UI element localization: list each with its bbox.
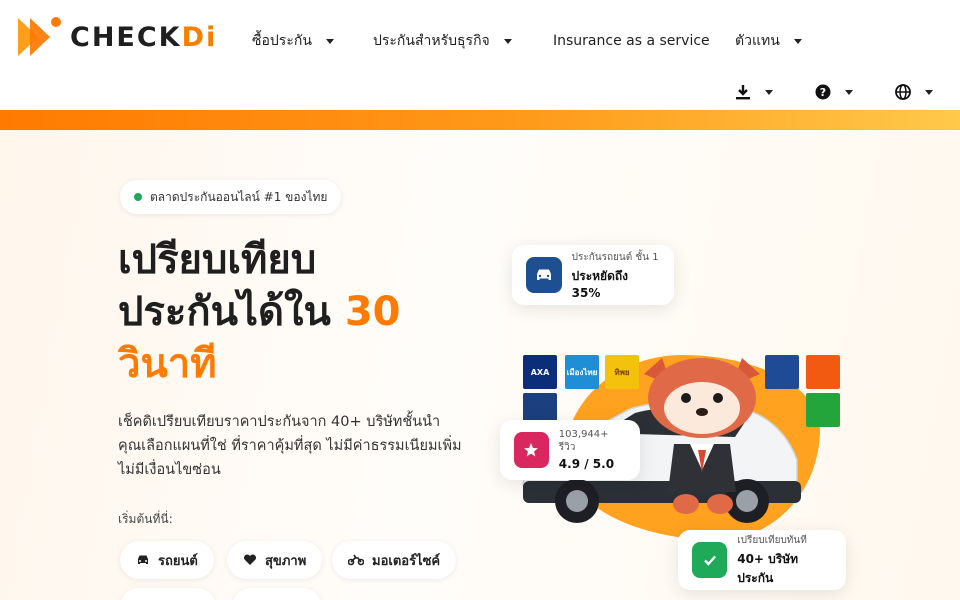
- star-icon: [514, 432, 549, 468]
- insurer-logo: [806, 393, 840, 427]
- compare-caption: เปรียบเทียบทันที: [737, 534, 807, 546]
- download-menu[interactable]: [735, 82, 773, 102]
- axa-logo: AXA: [523, 355, 557, 389]
- nav-label: ประกันสำหรับธุรกิจ: [373, 33, 490, 49]
- top-market-badge: ตลาดประกันออนไลน์ #1 ของไทย: [120, 180, 342, 214]
- category-label: มอเตอร์ไซค์: [372, 553, 441, 569]
- reviews-card: 103,944+ รีวิว 4.9 / 5.0: [500, 420, 640, 480]
- hero-section: ตลาดประกันออนไลน์ #1 ของไทย เปรียบเทียบ …: [0, 130, 960, 600]
- heart-icon: [243, 554, 257, 565]
- savings-value: ประหยัดถึง 35%: [571, 269, 628, 300]
- language-menu[interactable]: [895, 82, 933, 102]
- category-health-button[interactable]: สุขภาพ: [227, 541, 323, 579]
- headline-line1: เปรียบเทียบ: [118, 237, 317, 283]
- hero-headline: เปรียบเทียบ ประกันได้ใน 30 วินาที: [118, 234, 401, 390]
- car-icon: [526, 257, 562, 293]
- nav-label: ซื้อประกัน: [252, 33, 312, 49]
- motorcycle-icon: [348, 554, 364, 566]
- chevron-down-icon: [503, 38, 512, 44]
- insurer-logo: [806, 355, 840, 389]
- help-menu[interactable]: ?: [815, 82, 853, 102]
- hero-description: เช็คดิเปรียบเทียบราคาประกันจาก 40+ บริษั…: [118, 414, 462, 478]
- headline-line3: วินาที: [118, 341, 217, 387]
- compare-value: 40+ บริษัทประกัน: [737, 551, 799, 585]
- dhipaya-logo: ทิพย: [605, 355, 639, 389]
- nav-agent[interactable]: ตัวแทน: [735, 28, 802, 54]
- savings-caption: ประกันรถยนต์ ชั้น 1: [571, 252, 659, 263]
- category-car-button[interactable]: รถยนต์: [120, 541, 214, 579]
- reviews-score: 4.9 / 5.0: [558, 457, 615, 471]
- svg-text:?: ?: [820, 86, 826, 99]
- headline-line2: ประกันได้ใน: [118, 289, 345, 335]
- accent-bar: [0, 110, 960, 130]
- nav-insurance-as-a-service[interactable]: Insurance as a service: [553, 28, 710, 54]
- nav-label: ตัวแทน: [735, 33, 780, 49]
- category-label: รถยนต์: [158, 553, 198, 569]
- compare-card: เปรียบเทียบทันที 40+ บริษัทประกัน: [678, 530, 846, 590]
- nav-buy-insurance[interactable]: ซื้อประกัน: [252, 28, 334, 54]
- status-dot: [134, 193, 142, 201]
- red-panda-mascot-icon: [644, 358, 760, 514]
- help-icon: ?: [815, 84, 831, 100]
- badge-label: ตลาดประกันออนไลน์ #1 ของไทย: [150, 189, 328, 204]
- chevron-down-icon: [793, 38, 802, 44]
- category-more-button[interactable]: [232, 588, 322, 600]
- category-more-button[interactable]: [120, 588, 216, 600]
- nav-business-insurance[interactable]: ประกันสำหรับธุรกิจ: [373, 28, 512, 54]
- chevron-down-icon: [325, 38, 334, 44]
- savings-card: ประกันรถยนต์ ชั้น 1 ประหยัดถึง 35%: [512, 245, 674, 305]
- car-icon: [138, 555, 148, 564]
- site-header: CHECKDi ซื้อประกัน ประกันสำหรับธุรกิจ In…: [0, 0, 960, 110]
- headline-number: 30: [344, 289, 401, 335]
- download-icon: [735, 84, 751, 100]
- nav-label: Insurance as a service: [553, 33, 710, 49]
- main-nav: ซื้อประกัน ประกันสำหรับธุรกิจ Insurance …: [0, 28, 960, 54]
- chevron-down-icon: [925, 89, 933, 95]
- check-icon: [692, 542, 728, 578]
- globe-icon: [895, 84, 911, 100]
- insurer-logo: [765, 355, 799, 389]
- muangthai-logo: เมืองไทย: [565, 355, 599, 389]
- chevron-down-icon: [845, 89, 853, 95]
- start-label: เริ่มต้นที่นี่:: [118, 512, 173, 526]
- chevron-down-icon: [765, 89, 773, 95]
- reviews-caption: 103,944+ รีวิว: [558, 429, 609, 453]
- category-label: สุขภาพ: [265, 553, 307, 569]
- category-motorcycle-button[interactable]: มอเตอร์ไซค์: [332, 541, 457, 579]
